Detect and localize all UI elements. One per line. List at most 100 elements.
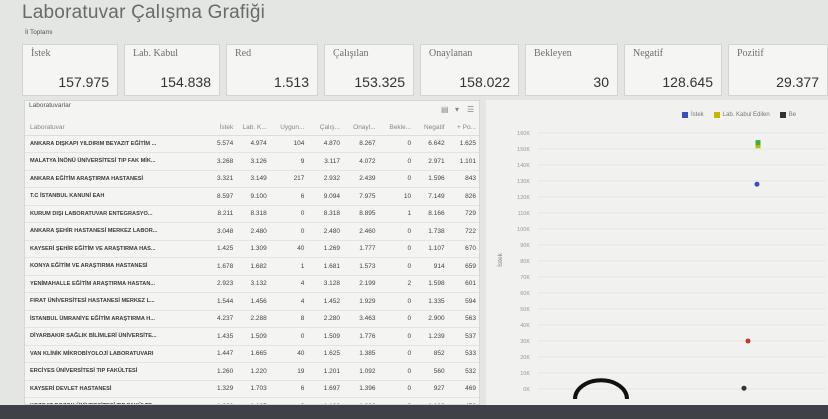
table-cell: 826 xyxy=(447,187,479,206)
table-cell: 1.625 xyxy=(447,135,479,153)
column-header[interactable]: İstek xyxy=(202,121,237,136)
column-header[interactable]: Onayl... xyxy=(342,121,379,136)
lab-name-cell: ANKARA ŞEHİR HASTANESİ MERKEZ LABOR... xyxy=(25,222,203,241)
table-cell: 40 xyxy=(269,345,308,363)
lab-name-cell: KONYA EĞİTİM VE ARAŞTIRMA HASTANESİ xyxy=(25,257,203,276)
table-row[interactable]: İSTANBUL ÜMRANİYE EĞİTİM ARAŞTIRMA H... 4… xyxy=(25,310,479,328)
kpi-value: 30 xyxy=(593,74,609,90)
table-cell: 1.544 xyxy=(202,292,237,311)
table-row[interactable]: ANKARA EĞİTİM ARAŞTIRMA HASTANESİ 3.321 3.… xyxy=(25,170,479,188)
table-row[interactable]: KAYSERİ DEVLET HASTANESİ 1.329 1.703 6 1.697… xyxy=(25,380,479,398)
bottom-bar xyxy=(0,405,828,419)
table-cell: 1.396 xyxy=(342,380,379,398)
table-cell: 7.149 xyxy=(414,187,448,206)
table-cell: 1.107 xyxy=(414,240,448,258)
table-cell: 601 xyxy=(447,275,479,293)
kpi-label: İstek xyxy=(31,48,51,59)
table-cell: 3.117 xyxy=(307,152,343,171)
table-cell: 6.642 xyxy=(414,135,448,153)
table-cell: 0 xyxy=(378,397,415,404)
table-row[interactable]: ANKARA ŞEHİR HASTANESİ MERKEZ LABOR... 3.… xyxy=(25,222,479,241)
y-tick-label: 30K xyxy=(520,339,530,345)
lab-name-cell: MALATYA İNÖNÜ ÜNİVERSİTESİ TIP FAK MİK..… xyxy=(25,152,203,171)
y-tick-label: 110K xyxy=(518,211,531,217)
table-row[interactable]: YENİMAHALLE EĞİTİM ARAŞTIRMA HASTAN... 2.… xyxy=(25,275,479,293)
table-cell: 4.974 xyxy=(236,135,270,153)
table-cell: 1.435 xyxy=(202,327,237,346)
table-cell: 1.456 xyxy=(236,292,270,311)
y-tick-label: 130K xyxy=(517,179,530,185)
laboratories-panel: Laboratuvarlar ▤ ▾ ☰ Laboratuvar İstek Lab… xyxy=(24,100,480,405)
y-tick-label: 120K xyxy=(517,195,530,201)
table-cell: 1.509 xyxy=(307,327,343,346)
table-cell: 1.201 xyxy=(307,362,343,381)
table-cell: 8.597 xyxy=(202,187,237,206)
legend-swatch xyxy=(713,112,720,118)
filter-icon[interactable]: ▾ xyxy=(455,105,459,114)
table-cell: 1.452 xyxy=(307,292,343,311)
column-header[interactable]: Negatif xyxy=(414,121,448,136)
table-row[interactable]: KURUM DIŞI LABORATUVAR ENTEGRASYO... 8.21… xyxy=(25,205,479,223)
column-header[interactable]: Lab. K... xyxy=(236,121,270,136)
table-cell: 659 xyxy=(447,257,479,276)
lab-name-cell: İSTANBUL ÜMRANİYE EĞİTİM ARAŞTIRMA H... xyxy=(25,310,203,328)
table-cell: 1.573 xyxy=(342,257,379,276)
table-cell: 1 xyxy=(378,205,415,223)
kpi-card: Red 1.513 xyxy=(226,44,318,96)
y-tick-label: 160K xyxy=(517,131,530,137)
table-row[interactable]: ERCİYES ÜNİVERSİTESİ TIP FAKÜLTESİ 1.260 1… xyxy=(25,362,479,381)
y-tick-label: 40K xyxy=(520,323,530,329)
menu-icon[interactable]: ☰ xyxy=(467,105,474,114)
table-row[interactable]: MALATYA İNÖNÜ ÜNİVERSİTESİ TIP FAK MİK..… xyxy=(25,152,479,171)
data-point[interactable] xyxy=(755,140,761,146)
table-row[interactable]: ANKARA DIŞKAPI YILDIRIM BEYAZIT EĞİTİM .… xyxy=(25,135,479,153)
table-cell: 1.738 xyxy=(414,222,448,241)
lab-name-cell: ERCİYES ÜNİVERSİTESİ TIP FAKÜLTESİ xyxy=(25,362,203,381)
table-cell: 6 xyxy=(269,187,308,206)
table-cell: 1.239 xyxy=(414,327,448,346)
table-cell: 3.149 xyxy=(236,170,270,188)
data-point[interactable] xyxy=(741,385,747,391)
table-cell: 1.509 xyxy=(236,327,270,346)
table-row[interactable]: VAN KLİNİK MİKROBİYOLOJİ LABORATUVARI 1.4… xyxy=(25,345,479,363)
table-cell: 1.101 xyxy=(447,152,479,171)
column-header[interactable]: Laboratuvar xyxy=(25,121,203,136)
table-cell: 0 xyxy=(269,222,308,241)
kpi-value: 157.975 xyxy=(58,74,109,90)
legend-item[interactable]: Be xyxy=(779,112,796,118)
kpi-value: 154.838 xyxy=(160,74,211,90)
column-header[interactable]: Uygun... xyxy=(269,121,308,136)
kpi-card: Negatif 128.645 xyxy=(624,44,722,96)
table-cell: 40 xyxy=(269,240,308,258)
table-cell: 8.166 xyxy=(414,205,448,223)
table-cell: 1.033 xyxy=(342,397,379,404)
column-header[interactable]: + Po... xyxy=(447,121,479,136)
export-icon[interactable]: ▤ xyxy=(441,105,449,114)
legend-item[interactable]: Lab. Kabul Edilen xyxy=(713,112,770,118)
table-cell: 6 xyxy=(269,380,308,398)
data-point[interactable] xyxy=(745,338,751,344)
table-row[interactable]: KAYSERİ ŞEHİR EĞİTİM VE ARAŞTIRMA HAS...… xyxy=(25,240,479,258)
table-cell: 0 xyxy=(378,222,415,241)
table-cell: 1.929 xyxy=(342,292,379,311)
table-row[interactable]: T.C İSTANBUL KANUNİ EAH 8.597 9.100 6 9.094 7… xyxy=(25,187,479,206)
table-cell: 4.237 xyxy=(202,310,237,328)
column-header[interactable]: Çalış... xyxy=(307,121,343,136)
column-header[interactable]: Bekle... xyxy=(378,121,415,136)
table-row[interactable]: DİYARBAKIR SAĞLIK BİLİMLERİ ÜNİVERSİTE..… xyxy=(25,327,479,346)
table-cell: 1.309 xyxy=(236,240,270,258)
table-cell: 0 xyxy=(378,135,415,153)
table-cell: 1.385 xyxy=(342,345,379,363)
table-cell: 8.267 xyxy=(342,135,379,153)
summary-label: İl Toplamı xyxy=(25,29,53,36)
table-row[interactable]: YOZGAT BOZOK ÜNİVERSİTESİ TIP FAKÜLTE...… xyxy=(25,397,479,404)
y-axis-label: İstek xyxy=(495,252,504,266)
table-row[interactable]: FIRAT ÜNİVERSİTESİ HASTANESİ MERKEZ L...… xyxy=(25,292,479,311)
table-cell: 722 xyxy=(447,222,479,241)
table-cell: 914 xyxy=(414,257,448,276)
table-cell: 594 xyxy=(447,292,479,311)
legend-item[interactable]: İstek xyxy=(682,112,704,118)
table-row[interactable]: KONYA EĞİTİM VE ARAŞTIRMA HASTANESİ 1.678… xyxy=(25,257,479,276)
table-cell: 1.777 xyxy=(342,240,379,258)
data-point[interactable] xyxy=(754,181,760,187)
